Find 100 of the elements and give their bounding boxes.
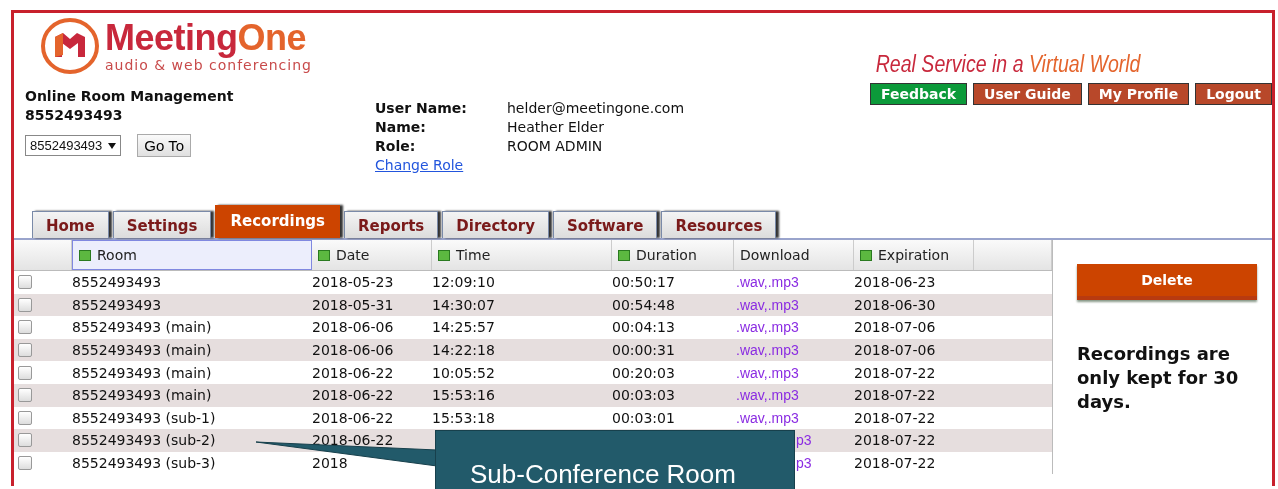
callout: Sub-Conference Room (435, 430, 795, 489)
expiration-cell: 2018-07-22 (854, 387, 936, 404)
row-checkbox[interactable] (18, 297, 32, 312)
column-header[interactable]: Download (734, 240, 854, 270)
row-checkbox[interactable] (18, 320, 32, 335)
brand-name: MeetingOne (105, 19, 308, 57)
expiration-cell: 2018-07-22 (854, 409, 936, 426)
download-link[interactable]: p3 (796, 455, 812, 472)
date-cell: 2018-06-22 (312, 432, 394, 449)
expiration-cell: 2018-06-23 (854, 274, 936, 291)
time-cell: 15:53:16 (432, 387, 495, 404)
time-cell: 10:05:52 (432, 364, 495, 381)
time-cell: 14:25:57 (432, 319, 495, 336)
date-cell: 2018-05-31 (312, 296, 394, 313)
field-label: User Name: (375, 99, 468, 118)
date-cell: 2018-06-06 (312, 319, 394, 336)
duration-cell: 00:54:48 (612, 296, 675, 313)
room-cell: 8552493493 (sub-2) (72, 432, 216, 449)
retention-note: Recordings are only kept for 30 days. (1077, 342, 1240, 414)
tab[interactable]: Software (553, 211, 658, 238)
row-checkbox[interactable] (18, 410, 32, 425)
tab[interactable]: Settings (112, 211, 212, 238)
nav-button[interactable]: My Profile (1087, 83, 1190, 105)
room-select[interactable]: 8552493493 (25, 135, 122, 156)
row-checkbox[interactable] (18, 365, 32, 380)
tab[interactable]: Directory (442, 211, 549, 238)
date-cell: 2018-06-22 (312, 364, 394, 381)
field-label: Role: (375, 137, 417, 156)
row-checkbox[interactable] (18, 433, 32, 448)
duration-cell: 00:50:17 (612, 274, 675, 291)
duration-cell: 00:04:13 (612, 319, 675, 336)
download-link[interactable]: .wav,.mp3 (736, 274, 799, 291)
room-cell: 8552493493 (main) (72, 319, 212, 336)
time-cell: 14:22:18 (432, 342, 495, 359)
nav-button[interactable]: User Guide (973, 83, 1082, 105)
field-value: helder@meetingone.com (507, 99, 685, 118)
date-cell: 2018-06-22 (312, 409, 394, 426)
expiration-cell: 2018-07-06 (854, 319, 936, 336)
date-cell: 2018-06-06 (312, 342, 394, 359)
download-link[interactable]: .wav,.mp3 (736, 409, 799, 426)
room-cell: 8552493493 (sub-1) (72, 409, 216, 426)
expiration-cell: 2018-06-30 (854, 296, 936, 313)
room-cell: 8552493493 (main) (72, 364, 212, 381)
slogan: Real Service in a Virtual World (875, 51, 1140, 78)
row-checkbox[interactable] (18, 388, 32, 403)
logo-tagline: audio & web conferencing (105, 57, 312, 73)
date-cell: 2018-05-23 (312, 274, 394, 291)
delete-button[interactable]: Delete (1077, 264, 1257, 300)
expiration-cell: 2018-07-06 (854, 342, 936, 359)
duration-cell: 00:03:01 (612, 409, 675, 426)
download-link[interactable]: .wav,.mp3 (736, 342, 799, 359)
column-header[interactable]: Duration (612, 240, 734, 270)
duration-cell: 00:20:03 (612, 364, 675, 381)
caret-icon (108, 142, 117, 149)
field-value: ROOM ADMIN (507, 137, 604, 156)
tab[interactable]: Home (32, 211, 109, 238)
sort-icon (860, 249, 872, 261)
duration-cell: 00:00:31 (612, 342, 675, 359)
expiration-cell: 2018-07-22 (854, 364, 936, 381)
sort-icon (79, 249, 91, 261)
date-cell: 2018-06-22 (312, 387, 394, 404)
column-header[interactable]: Date (312, 240, 432, 270)
time-cell: 12:09:10 (432, 274, 495, 291)
page-title: Online Room Management (25, 87, 235, 106)
download-link[interactable]: .wav,.mp3 (736, 296, 799, 313)
tab[interactable]: Reports (344, 211, 439, 238)
download-link[interactable]: .wav,.mp3 (736, 387, 799, 404)
room-cell: 8552493493 (main) (72, 387, 212, 404)
column-header[interactable]: Expiration (854, 240, 974, 270)
row-checkbox[interactable] (18, 275, 32, 290)
sort-icon (618, 249, 630, 261)
expiration-cell: 2018-07-22 (854, 432, 936, 449)
download-link[interactable]: .wav,.mp3 (736, 364, 799, 381)
go-to-button[interactable]: Go To (137, 134, 192, 157)
tab[interactable]: Resources (661, 211, 777, 238)
row-checkbox[interactable] (18, 456, 32, 471)
date-cell: 2018 (312, 455, 348, 472)
account-number: 8552493493 (25, 106, 124, 125)
room-cell: 8552493493 (72, 274, 162, 291)
sort-icon (318, 249, 330, 261)
download-link[interactable]: p3 (796, 432, 812, 449)
room-cell: 8552493493 (main) (72, 342, 212, 359)
download-link[interactable]: .wav,.mp3 (736, 319, 799, 336)
time-cell: 15:53:18 (432, 409, 495, 426)
tab[interactable]: Recordings (215, 205, 341, 238)
row-checkbox[interactable] (18, 343, 32, 358)
room-cell: 8552493493 (sub-3) (72, 455, 216, 472)
nav-button[interactable]: Feedback (869, 83, 967, 105)
field-label: Name: (375, 118, 427, 137)
sort-icon (438, 249, 450, 261)
time-cell: 14:30:07 (432, 296, 495, 313)
expiration-cell: 2018-07-22 (854, 455, 936, 472)
field-value: Heather Elder (507, 118, 605, 137)
nav-button[interactable]: Logout (1195, 83, 1272, 105)
column-header[interactable]: Room (72, 240, 312, 270)
change-role-link[interactable]: Change Role (375, 156, 507, 175)
duration-cell: 00:03:03 (612, 387, 675, 404)
column-header[interactable]: Time (432, 240, 612, 270)
room-cell: 8552493493 (72, 296, 162, 313)
logo-icon (41, 17, 99, 75)
